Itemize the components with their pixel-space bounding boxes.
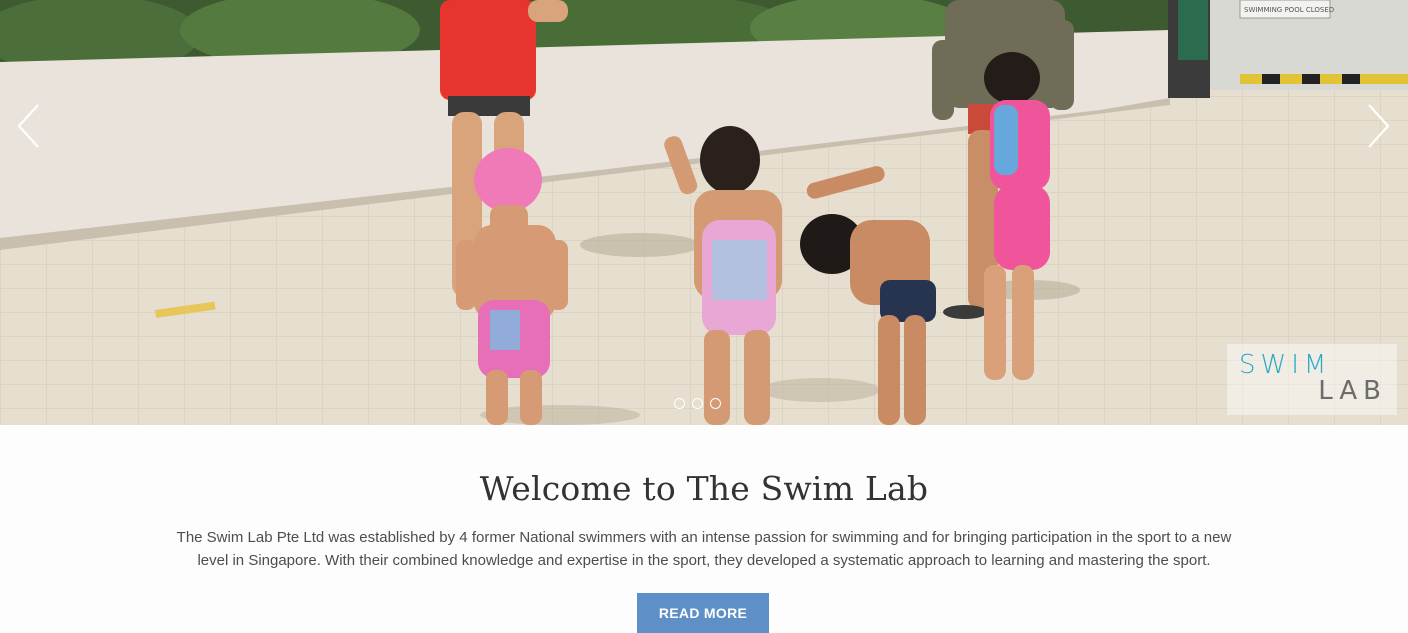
hero-photo: SWIMMING POOL CLOSED: [0, 0, 1408, 425]
read-more-button[interactable]: READ MORE: [637, 593, 769, 633]
sign-text: SWIMMING POOL CLOSED: [1244, 6, 1334, 14]
logo-line-lab: LAB: [1318, 376, 1387, 406]
welcome-paragraph: The Swim Lab Pte Ltd was established by …: [176, 529, 1232, 569]
slider-pagination: [674, 398, 721, 412]
welcome-title: Welcome to The Swim Lab: [479, 469, 929, 508]
slider-dot-2[interactable]: [692, 398, 703, 409]
slider-dot-3[interactable]: [710, 398, 721, 409]
chevron-right-icon: [1368, 104, 1390, 148]
slider-dot-1[interactable]: [674, 398, 685, 409]
slider-prev-button[interactable]: [16, 103, 42, 149]
welcome-section: Welcome to The Swim Lab The Swim Lab Pte…: [0, 425, 1408, 633]
chevron-left-icon: [17, 104, 39, 148]
slider-next-button[interactable]: [1365, 103, 1391, 149]
swim-lab-logo: SWIM LAB: [1227, 344, 1397, 415]
hero-slider: SWIMMING POOL CLOSED SWIM LAB: [0, 0, 1408, 425]
